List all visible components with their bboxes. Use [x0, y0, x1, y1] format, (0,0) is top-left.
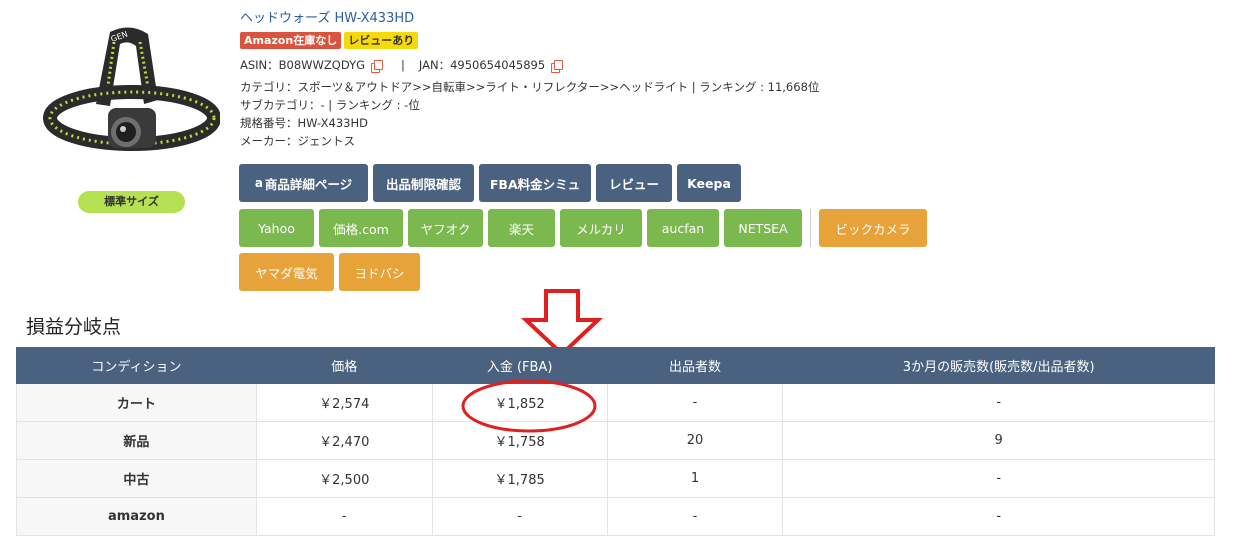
cell-price: - [255, 497, 433, 536]
cell-3month-sales: - [782, 459, 1215, 498]
badge-group: Amazon在庫なし レビューあり [240, 32, 1240, 49]
product-info: ヘッドウォーズ HW-X433HD Amazon在庫なし レビューあり ASIN… [240, 10, 1240, 150]
cell-fba-payout: - [431, 497, 608, 536]
maker-text: メーカー：ジェントス [240, 134, 355, 148]
cell-3month-sales: - [782, 383, 1215, 422]
product-image: GEN [40, 20, 221, 170]
kakaku-button[interactable]: 価格.com [319, 209, 403, 247]
product-detail-button[interactable]: a 商品詳細ページ [239, 164, 368, 202]
cell-3month-sales: - [782, 497, 1215, 536]
review-button[interactable]: レビュー [596, 164, 672, 202]
mercari-button[interactable]: メルカリ [560, 209, 642, 247]
cell-seller-count: - [606, 497, 784, 536]
cell-condition: amazon [16, 497, 257, 536]
header-price: 価格 [255, 347, 433, 384]
copy-icon[interactable] [371, 59, 384, 73]
category-block: カテゴリ：スポーツ＆アウトドア>>自転車>>ライト・リフレクター>>ヘッドライト… [240, 78, 1240, 150]
stock-badge: Amazon在庫なし [240, 32, 342, 49]
table-header-row: コンディション 価格 入金 (FBA) 出品者数 3か月の販売数(販売数/出品者… [16, 347, 1215, 384]
copy-icon[interactable] [551, 59, 564, 73]
break-even-table: コンディション 価格 入金 (FBA) 出品者数 3か月の販売数(販売数/出品者… [16, 347, 1215, 536]
cell-condition: カート [16, 383, 257, 422]
id-line: ASIN：B08WWZQDYG | JAN：4950654045895 [240, 56, 1240, 74]
subcategory-text: サブカテゴリ：- | ランキング : -位 [240, 98, 420, 112]
table-row: 新品 ￥2,470 ￥1,758 20 9 [16, 421, 1215, 460]
rakuten-button[interactable]: 楽天 [488, 209, 555, 247]
cell-fba-payout: ￥1,785 [431, 459, 608, 498]
model-number-text: 規格番号：HW-X433HD [240, 116, 368, 130]
bic-camera-button[interactable]: ビックカメラ [819, 209, 927, 247]
category-text: カテゴリ：スポーツ＆アウトドア>>自転車>>ライト・リフレクター>>ヘッドライト… [240, 80, 820, 94]
yodobashi-button[interactable]: ヨドバシ [339, 253, 420, 291]
yahoo-button[interactable]: Yahoo [239, 209, 314, 247]
cell-seller-count: - [606, 383, 784, 422]
cell-condition: 新品 [16, 421, 257, 460]
amazon-icon: a [254, 176, 263, 190]
button-row-tools: a 商品詳細ページ 出品制限確認 FBA料金シミュ レビュー Keepa [239, 164, 741, 202]
table-row: カート ￥2,574 ￥1,852 - - [16, 383, 1215, 422]
size-badge: 標準サイズ [78, 191, 185, 213]
cell-3month-sales: 9 [782, 421, 1215, 460]
keepa-button[interactable]: Keepa [677, 164, 741, 202]
listing-restriction-button[interactable]: 出品制限確認 [373, 164, 474, 202]
cell-condition: 中古 [16, 459, 257, 498]
aucfan-button[interactable]: aucfan [647, 209, 719, 247]
section-title: 損益分岐点 [26, 316, 122, 338]
table-row: 中古 ￥2,500 ￥1,785 1 - [16, 459, 1215, 498]
yamada-denki-button[interactable]: ヤマダ電気 [239, 253, 334, 291]
jan-text: JAN：4950654045895 [418, 58, 546, 72]
product-title-link[interactable]: ヘッドウォーズ HW-X433HD [240, 10, 1240, 28]
separator: | [401, 58, 405, 72]
headlamp-image: GEN [43, 27, 221, 151]
button-row-shops: Yahoo 価格.com ヤフオク 楽天 メルカリ aucfan NETSEA … [239, 209, 927, 247]
cell-price: ￥2,574 [255, 383, 433, 422]
header-seller-count: 出品者数 [606, 347, 784, 384]
cell-price: ￥2,500 [255, 459, 433, 498]
review-badge: レビューあり [344, 32, 419, 49]
netsea-button[interactable]: NETSEA [724, 209, 802, 247]
button-row-electronics: ヤマダ電気 ヨドバシ [239, 253, 420, 291]
header-condition: コンディション [16, 347, 257, 384]
yahuoku-button[interactable]: ヤフオク [408, 209, 483, 247]
fba-fee-sim-button[interactable]: FBA料金シミュ [479, 164, 591, 202]
highlight-circle-annotation [461, 379, 597, 433]
product-detail-label: 商品詳細ページ [264, 176, 353, 192]
asin-text: ASIN：B08WWZQDYG [240, 58, 366, 72]
header-3month-sales: 3か月の販売数(販売数/出品者数) [782, 347, 1215, 384]
cell-seller-count: 20 [606, 421, 784, 460]
button-divider [810, 209, 811, 247]
cell-seller-count: 1 [606, 459, 784, 498]
cell-price: ￥2,470 [255, 421, 433, 460]
table-row: amazon - - - - [16, 497, 1215, 536]
